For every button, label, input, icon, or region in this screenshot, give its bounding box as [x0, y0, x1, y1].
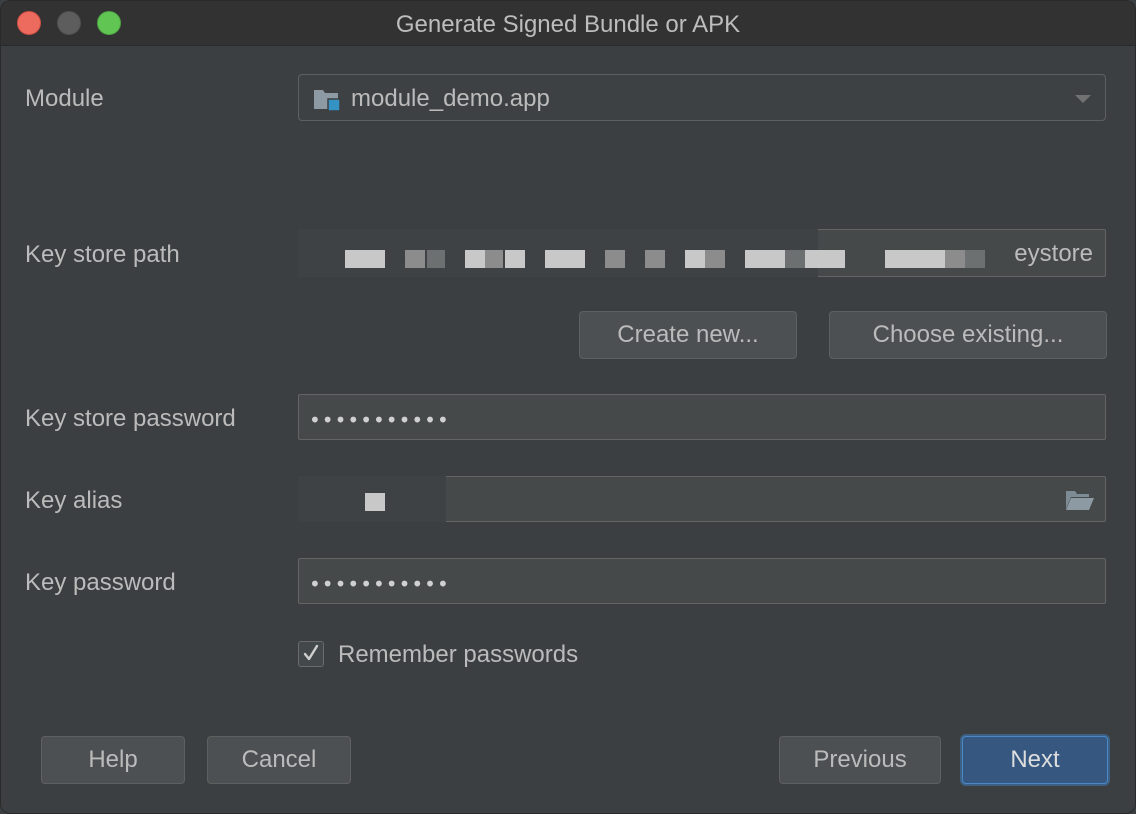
key-store-password-value: •••••••••••: [309, 408, 450, 432]
create-new-button[interactable]: Create new...: [579, 311, 797, 359]
check-icon: [303, 644, 319, 661]
choose-existing-button[interactable]: Choose existing...: [829, 311, 1107, 359]
module-select[interactable]: module_demo.app: [298, 74, 1106, 121]
window-title: Generate Signed Bundle or APK: [395, 11, 741, 38]
key-store-password-field[interactable]: •••••••••••: [298, 394, 1106, 440]
module-value: module_demo.app: [351, 85, 550, 112]
key-password-label: Key password: [25, 569, 176, 596]
key-alias-label: Key alias: [25, 487, 123, 514]
key-password-value: •••••••••••: [309, 572, 450, 596]
help-button[interactable]: Help: [41, 736, 185, 784]
key-store-path-label: Key store path: [25, 241, 180, 268]
title-bar: Generate Signed Bundle or APK: [1, 1, 1135, 46]
next-button[interactable]: Next: [962, 736, 1108, 784]
remember-passwords-checkbox[interactable]: [298, 641, 324, 667]
folder-open-icon[interactable]: [1065, 489, 1095, 511]
key-alias-field[interactable]: [298, 476, 1106, 522]
key-store-path-field[interactable]: eystore: [298, 229, 1106, 277]
key-store-path-value: eystore: [1014, 240, 1093, 267]
previous-button[interactable]: Previous: [779, 736, 941, 784]
key-password-field[interactable]: •••••••••••: [298, 558, 1106, 604]
module-label: Module: [25, 85, 104, 112]
dialog-window: Generate Signed Bundle or APK Module mod…: [0, 0, 1136, 814]
key-store-password-label: Key store password: [25, 405, 236, 432]
cancel-button[interactable]: Cancel: [207, 736, 351, 784]
remember-passwords-label[interactable]: Remember passwords: [338, 641, 578, 669]
chevron-down-icon: [1075, 95, 1091, 103]
module-folder-icon: [314, 90, 341, 111]
